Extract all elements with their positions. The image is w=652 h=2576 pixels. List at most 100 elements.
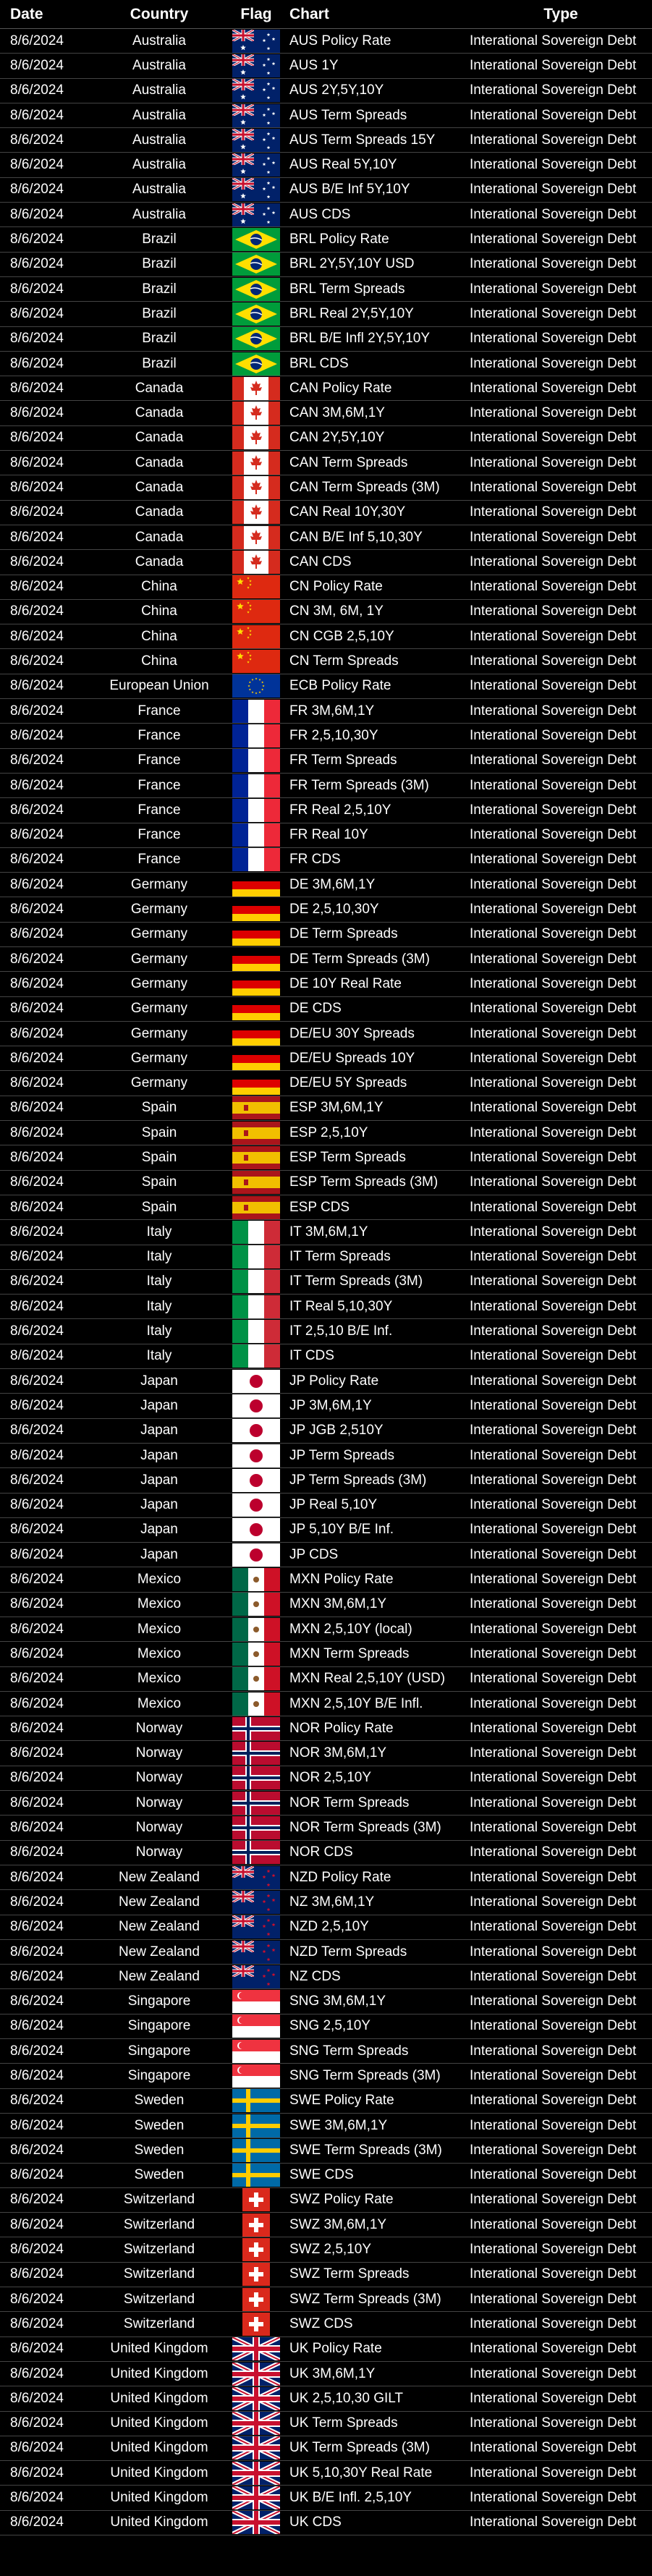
cell-date: 8/6/2024 <box>10 628 64 644</box>
cell-chart: NZ CDS <box>289 1968 341 1984</box>
cell-chart: JP Term Spreads (3M) <box>289 1472 427 1488</box>
cell-country: Germany <box>130 1001 188 1017</box>
cell-type: Interational Sovereign Debt <box>470 1497 637 1513</box>
cell-type: Interational Sovereign Debt <box>470 777 637 793</box>
cell-chart: CAN 3M,6M,1Y <box>289 405 385 421</box>
cell-chart: UK Policy Rate <box>289 2341 382 2357</box>
table-row: 8/6/2024 Sweden SWE CDS Interational Sovere… <box>0 2164 652 2188</box>
cell-date: 8/6/2024 <box>10 2117 64 2133</box>
cell-chart: MXN Term Spreads <box>289 1645 410 1661</box>
cell-date: 8/6/2024 <box>10 852 64 868</box>
cell-chart: ESP Term Spreads (3M) <box>289 1174 439 1190</box>
sweden-flag <box>232 2089 281 2113</box>
cell-country: China <box>141 603 177 619</box>
cell-country: Germany <box>130 1075 188 1091</box>
cell-type: Interational Sovereign Debt <box>470 2316 637 2331</box>
cell-date: 8/6/2024 <box>10 1323 64 1339</box>
cell-type: Interational Sovereign Debt <box>470 281 637 297</box>
germany-flag <box>232 997 281 1021</box>
cell-chart: FR 3M,6M,1Y <box>289 703 375 719</box>
cell-date: 8/6/2024 <box>10 975 64 991</box>
cell-country: Japan <box>140 1522 178 1538</box>
cell-date: 8/6/2024 <box>10 1472 64 1488</box>
cell-date: 8/6/2024 <box>10 876 64 892</box>
table-row: 8/6/2024 Italy IT 3M,6M,1Y Interational Sov… <box>0 1220 652 1245</box>
brazil-flag <box>232 253 281 276</box>
cell-date: 8/6/2024 <box>10 1423 64 1439</box>
cell-country: United Kingdom <box>110 2341 208 2357</box>
cell-country: Sweden <box>134 2167 185 2183</box>
table-row: 8/6/2024 Norway NOR Policy Rate Interationa… <box>0 1716 652 1742</box>
cell-type: Interational Sovereign Debt <box>470 2465 637 2480</box>
cell-type: Interational Sovereign Debt <box>470 2440 637 2456</box>
cell-chart: SWZ Policy Rate <box>289 2192 394 2208</box>
table-row: 8/6/2024 Australia AUS 2Y,5Y,10Y Interation… <box>0 79 652 103</box>
sweden-flag <box>232 2114 281 2138</box>
cell-type: Interational Sovereign Debt <box>470 2266 637 2282</box>
table-row: 8/6/2024 Italy IT Term Spreads (3M) Interat… <box>0 1270 652 1295</box>
cell-country: Australia <box>132 57 186 73</box>
new-zealand-flag <box>232 1940 281 1964</box>
cell-country: Switzerland <box>123 2216 195 2232</box>
cell-chart: FR Term Spreads <box>289 753 397 768</box>
table-row: 8/6/2024 Australia AUS 1Y Interational Sove… <box>0 54 652 79</box>
cell-chart: NOR 2,5,10Y <box>289 1770 371 1786</box>
table-body: 8/6/2024 Australia AUS Policy Rate Interati… <box>0 29 652 2535</box>
mexico-flag <box>232 1692 281 1716</box>
cell-type: Interational Sovereign Debt <box>470 305 637 321</box>
cell-country: Australia <box>132 157 186 173</box>
cell-chart: CAN Real 10Y,30Y <box>289 504 406 520</box>
cell-date: 8/6/2024 <box>10 1944 64 1959</box>
table-row: 8/6/2024 China CN 3M, 6M, 1Y Interational S… <box>0 600 652 625</box>
cell-type: Interational Sovereign Debt <box>470 1968 637 1984</box>
table-row: 8/6/2024 Italy IT Term Spreads Interational… <box>0 1245 652 1270</box>
cell-date: 8/6/2024 <box>10 2490 64 2506</box>
france-flag <box>232 798 281 822</box>
cell-date: 8/6/2024 <box>10 2192 64 2208</box>
cell-date: 8/6/2024 <box>10 479 64 495</box>
table-row: 8/6/2024 Mexico MXN 2,5,10Y B/E Infl. Inter… <box>0 1692 652 1717</box>
cell-country: Singapore <box>127 1994 191 2009</box>
table-row: 8/6/2024 Norway NOR Term Spreads Interation… <box>0 1791 652 1816</box>
cell-date: 8/6/2024 <box>10 331 64 347</box>
cell-chart: NZD Policy Rate <box>289 1869 391 1885</box>
japan-flag <box>232 1494 281 1517</box>
cell-country: Sweden <box>134 2117 185 2133</box>
table-row: 8/6/2024 Mexico MXN 2,5,10Y (local) Interat… <box>0 1617 652 1643</box>
cell-country: Spain <box>141 1100 177 1116</box>
cell-type: Interational Sovereign Debt <box>470 1174 637 1190</box>
table-row: 8/6/2024 Brazil BRL Term Spreads Interation… <box>0 277 652 302</box>
cell-chart: NOR Term Spreads (3M) <box>289 1820 441 1836</box>
cell-chart: JP Real 5,10Y <box>289 1497 378 1513</box>
australia-flag <box>232 29 281 53</box>
cell-country: Norway <box>135 1844 183 1860</box>
cell-date: 8/6/2024 <box>10 1645 64 1661</box>
table-row: 8/6/2024 Canada CAN B/E Inf 5,10,30Y Intera… <box>0 525 652 551</box>
cell-type: Interational Sovereign Debt <box>470 1621 637 1637</box>
cell-country: New Zealand <box>119 1894 200 1910</box>
cell-country: France <box>137 703 181 719</box>
china-flag <box>232 600 281 624</box>
cell-type: Interational Sovereign Debt <box>470 1050 637 1066</box>
cell-type: Interational Sovereign Debt <box>470 2390 637 2406</box>
cell-country: Spain <box>141 1199 177 1215</box>
france-flag <box>232 774 281 797</box>
cell-country: Norway <box>135 1770 183 1786</box>
cell-type: Interational Sovereign Debt <box>470 628 637 644</box>
cell-type: Interational Sovereign Debt <box>470 1994 637 2009</box>
cell-country: Mexico <box>137 1572 182 1588</box>
france-flag <box>232 749 281 773</box>
cell-date: 8/6/2024 <box>10 777 64 793</box>
cell-chart: NOR CDS <box>289 1844 353 1860</box>
cell-chart: ECB Policy Rate <box>289 678 391 694</box>
cell-chart: NOR 3M,6M,1Y <box>289 1745 387 1761</box>
cell-date: 8/6/2024 <box>10 1100 64 1116</box>
table-row: 8/6/2024 United Kingdom UK 5,10,30Y Real R… <box>0 2461 652 2486</box>
cell-country: Brazil <box>142 355 177 371</box>
cell-country: Norway <box>135 1720 183 1736</box>
cell-country: Canada <box>135 430 184 446</box>
cell-date: 8/6/2024 <box>10 256 64 272</box>
cell-date: 8/6/2024 <box>10 107 64 123</box>
table-row: 8/6/2024 Sweden SWE Term Spreads (3M) Inter… <box>0 2138 652 2164</box>
cell-date: 8/6/2024 <box>10 1596 64 1612</box>
